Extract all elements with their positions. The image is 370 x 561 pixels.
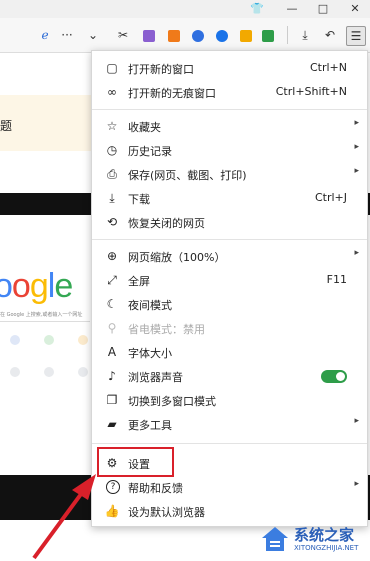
menu-item-label: 网页缩放（100%） <box>128 251 226 264</box>
menu-item-night-mode[interactable]: ☾ 夜间模式 <box>92 292 367 316</box>
menu-item-label: 更多工具 <box>128 419 172 432</box>
gear-icon: ⚙ <box>106 456 118 470</box>
submenu-arrow-icon: ▸ <box>354 248 359 258</box>
minimize-button[interactable]: — <box>282 1 302 17</box>
moon-icon: ☾ <box>106 297 118 311</box>
shortcut-tile[interactable] <box>10 335 20 345</box>
title-bar: 👕 — □ ✕ <box>0 0 370 18</box>
speaker-icon: ♪ <box>108 369 116 383</box>
menu-item-label: 收藏夹 <box>128 121 161 134</box>
toolbar-divider <box>287 26 288 44</box>
menu-item-downloads[interactable]: ⤓ 下载 Ctrl+J <box>92 186 367 210</box>
menu-item-multi-window[interactable]: ❐ 切换到多窗口模式 <box>92 388 367 412</box>
fullscreen-icon: ⤢ <box>107 273 117 287</box>
shortcut-tile[interactable] <box>44 367 54 377</box>
menu-item-shortcut: Ctrl+N <box>309 61 347 74</box>
plug-icon: ⚲ <box>107 321 117 335</box>
extension-icon[interactable] <box>262 30 274 42</box>
shortcut-tile[interactable] <box>44 335 54 345</box>
extension-icon[interactable] <box>216 30 228 42</box>
menu-item-label: 打开新的窗口 <box>128 63 194 76</box>
menu-item-zoom[interactable]: ⊕ 网页缩放（100%） ▸ <box>92 244 367 268</box>
menu-item-save[interactable]: ⎙ 保存(网页、截图、打印) ▸ <box>92 162 367 186</box>
menu-item-favorites[interactable]: ☆ 收藏夹 ▸ <box>92 114 367 138</box>
menu-item-new-window[interactable]: ▢ 打开新的窗口 Ctrl+N <box>92 56 367 80</box>
menu-item-restore-closed[interactable]: ⟲ 恢复关闭的网页 <box>92 210 367 234</box>
save-icon: ⎙ <box>107 167 117 181</box>
menu-item-fullscreen[interactable]: ⤢ 全屏 F11 <box>92 268 367 292</box>
menu-item-label: 保存(网页、截图、打印) <box>128 169 247 182</box>
menu-item-label: 省电模式：禁用 <box>128 323 205 336</box>
menu-item-label: 恢复关闭的网页 <box>128 217 205 230</box>
notice-banner: 题 <box>0 95 92 151</box>
annotation-arrow-icon <box>32 474 96 560</box>
submenu-arrow-icon: ▸ <box>354 166 359 176</box>
toolbox-icon: ▰ <box>107 417 117 431</box>
extension-icon[interactable] <box>240 30 252 42</box>
submenu-arrow-icon: ▸ <box>354 118 359 128</box>
menu-item-more-tools[interactable]: ▰ 更多工具 ▸ <box>92 412 367 436</box>
menu-item-label: 全屏 <box>128 275 150 288</box>
search-box[interactable]: 在 Google 上搜索,或者输入一个网址 <box>0 311 90 322</box>
window-icon: ▢ <box>106 61 118 75</box>
download-icon[interactable]: ⤓ <box>296 26 314 44</box>
close-button[interactable]: ✕ <box>345 1 365 17</box>
menu-item-label: 下载 <box>128 193 150 206</box>
multi-window-icon: ❐ <box>106 393 118 407</box>
menu-item-label: 浏览器声音 <box>128 371 183 384</box>
clock-icon: ◷ <box>106 143 118 157</box>
download-icon: ⤓ <box>109 191 115 205</box>
menu-icon[interactable]: ☰ <box>346 26 366 46</box>
menu-item-label: 切换到多窗口模式 <box>128 395 216 408</box>
submenu-arrow-icon: ▸ <box>354 479 359 489</box>
undo-icon[interactable]: ↶ <box>321 26 339 44</box>
menu-item-new-incognito-window[interactable]: ∞ 打开新的无痕窗口 Ctrl+Shift+N <box>92 80 367 104</box>
zoom-icon: ⊕ <box>106 249 118 263</box>
menu-item-label: 字体大小 <box>128 347 172 360</box>
browser-main-menu: ▢ 打开新的窗口 Ctrl+N ∞ 打开新的无痕窗口 Ctrl+Shift+N … <box>91 50 368 527</box>
menu-item-label: 设为默认浏览器 <box>128 506 205 519</box>
watermark-logo: 系统之家 XITONGZHIJIA.NET <box>260 522 368 558</box>
shortcut-tile[interactable] <box>78 367 88 377</box>
extension-icon[interactable] <box>168 30 180 42</box>
maximize-button[interactable]: □ <box>313 1 333 17</box>
menu-item-shortcut: Ctrl+J <box>314 191 347 204</box>
shortcut-tile[interactable] <box>78 335 88 345</box>
house-icon <box>262 527 288 551</box>
menu-item-shortcut: F11 <box>326 273 347 286</box>
scissors-icon[interactable]: ✂ <box>114 26 132 44</box>
menu-item-label: 历史记录 <box>128 145 172 158</box>
font-size-icon: A <box>107 345 117 359</box>
google-logo: oogle <box>0 267 73 305</box>
more-icon[interactable]: ··· <box>58 26 76 44</box>
ie-mode-icon[interactable]: ℯ <box>36 26 54 44</box>
menu-item-shortcut: Ctrl+Shift+N <box>275 85 347 98</box>
watermark-name: 系统之家 <box>294 526 355 544</box>
menu-item-font-size[interactable]: A 字体大小 <box>92 340 367 364</box>
chevron-down-icon[interactable]: ⌄ <box>84 26 102 44</box>
extension-icon[interactable] <box>143 30 155 42</box>
menu-separator <box>92 239 367 240</box>
menu-separator <box>92 109 367 110</box>
extension-icon[interactable] <box>192 30 204 42</box>
menu-item-history[interactable]: ◷ 历史记录 ▸ <box>92 138 367 162</box>
menu-item-label: 打开新的无痕窗口 <box>128 87 216 100</box>
incognito-icon: ∞ <box>107 85 117 99</box>
notice-text: 题 <box>0 119 13 133</box>
shortcut-tile[interactable] <box>10 367 20 377</box>
browser-toolbar: ℯ ··· ⌄ ✂ ⤓ ↶ ☰ <box>0 18 370 53</box>
menu-item-label: 帮助和反馈 <box>128 482 183 495</box>
menu-item-browser-sound[interactable]: ♪ 浏览器声音 <box>92 364 367 388</box>
star-icon: ☆ <box>106 119 118 133</box>
menu-separator <box>92 443 367 444</box>
menu-item-power-saving: ⚲ 省电模式：禁用 <box>92 316 367 340</box>
menu-item-label: 夜间模式 <box>128 299 172 312</box>
watermark-domain: XITONGZHIJIA.NET <box>294 544 359 552</box>
submenu-arrow-icon: ▸ <box>354 142 359 152</box>
submenu-arrow-icon: ▸ <box>354 416 359 426</box>
pin-icon[interactable]: 👕 <box>247 1 267 17</box>
sound-toggle[interactable] <box>321 370 347 383</box>
restore-icon: ⟲ <box>106 215 118 229</box>
